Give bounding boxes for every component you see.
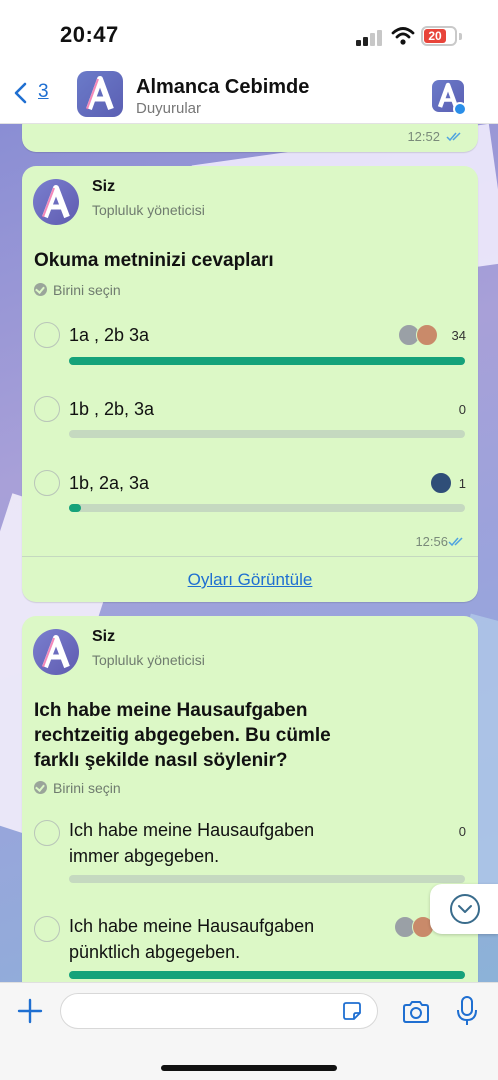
- plus-icon[interactable]: [16, 997, 44, 1025]
- double-tick-icon: [446, 132, 461, 142]
- poll-message[interactable]: Siz Topluluk yöneticisi Ich habe meine H…: [22, 616, 478, 982]
- sender-role: Topluluk yöneticisi: [92, 202, 205, 218]
- chat-title[interactable]: Almanca Cebimde: [136, 76, 309, 99]
- poll-question: Ich habe meine Hausaufgaben rechtzeitig …: [34, 698, 331, 773]
- poll-option-label: Ich habe meine Hausaufgaben pünktlich ab…: [69, 913, 314, 965]
- poll-option-label-line: pünktlich abgegeben.: [69, 942, 241, 962]
- chat-area[interactable]: 12:52 Siz Topluluk yöneticisi Okuma metn…: [0, 124, 498, 982]
- poll-hint: Birini seçin: [34, 780, 121, 796]
- voter-avatar: [416, 324, 438, 346]
- poll-hint: Birini seçin: [34, 282, 121, 298]
- poll-option-count: 0: [458, 824, 466, 839]
- poll-option-count: 1: [458, 476, 466, 491]
- poll-option-radio[interactable]: [34, 396, 60, 422]
- sender-avatar[interactable]: [33, 179, 79, 225]
- voter-avatars[interactable]: [398, 324, 442, 346]
- poll-option-label-line: Ich habe meine Hausaufgaben: [69, 916, 315, 936]
- unread-count: 3: [38, 81, 49, 102]
- poll-option-bar-fill: [69, 504, 81, 512]
- poll-option[interactable]: 1b , 2b, 3a 0: [22, 392, 478, 462]
- battery-icon: 20: [421, 26, 457, 46]
- view-votes-link[interactable]: Oyları Görüntüle: [22, 570, 478, 590]
- voter-avatars[interactable]: [430, 472, 454, 494]
- back-chevron-icon: [14, 82, 27, 104]
- double-tick-icon: [448, 537, 463, 547]
- message-time: 12:56: [415, 534, 448, 549]
- poll-option-radio[interactable]: [34, 916, 60, 942]
- microphone-icon[interactable]: [456, 995, 478, 1027]
- poll-option-count: 0: [458, 402, 466, 417]
- verified-icon: [453, 102, 467, 116]
- battery-level: 20: [424, 29, 446, 43]
- poll-option[interactable]: 1a , 2b 3a 34: [22, 318, 478, 388]
- battery-cap: [459, 33, 462, 40]
- message-input[interactable]: [60, 993, 378, 1029]
- poll-option-radio[interactable]: [34, 322, 60, 348]
- app-logo-icon: [42, 185, 70, 219]
- home-indicator: [161, 1065, 337, 1071]
- poll-hint-text: Birini seçin: [53, 282, 121, 298]
- poll-option[interactable]: 1b, 2a, 3a 1: [22, 466, 478, 536]
- poll-option-bar: [69, 504, 465, 512]
- scroll-to-bottom-button[interactable]: [430, 884, 498, 934]
- sender-name: Siz: [92, 178, 116, 195]
- poll-option-label-line: immer abgegeben.: [69, 846, 220, 866]
- poll-question-line: farklı şekilde nasıl söylenir?: [34, 750, 288, 771]
- poll-option-bar: [69, 971, 465, 979]
- wifi-icon: [391, 27, 415, 45]
- voter-avatar: [430, 472, 452, 494]
- check-icon: [34, 283, 47, 296]
- signal-icon: [356, 28, 384, 46]
- poll-message[interactable]: Siz Topluluk yöneticisi Okuma metninizi …: [22, 166, 478, 602]
- back-button[interactable]: 3: [8, 76, 58, 110]
- poll-option-label: 1b , 2b, 3a: [69, 399, 155, 419]
- message-composer: [0, 982, 498, 1080]
- check-icon: [34, 781, 47, 794]
- poll-option-label: Ich habe meine Hausaufgaben immer abgege…: [69, 817, 314, 869]
- status-bar: 20:47 20: [0, 0, 498, 62]
- group-avatar[interactable]: [77, 71, 123, 117]
- app-logo-icon: [86, 76, 114, 111]
- chat-subtitle: Duyurular: [136, 100, 202, 117]
- message-time: 12:52: [407, 129, 440, 144]
- poll-option-radio[interactable]: [34, 470, 60, 496]
- poll-option-label: 1b, 2a, 3a: [69, 473, 150, 493]
- poll-hint-text: Birini seçin: [53, 780, 121, 796]
- poll-option-count: 34: [451, 328, 466, 343]
- poll-option-label-line: Ich habe meine Hausaufgaben: [69, 820, 315, 840]
- previous-message[interactable]: 12:52: [22, 124, 478, 152]
- poll-option-bar: [69, 875, 465, 883]
- poll-option-bar-fill: [69, 357, 465, 365]
- poll-option-bar: [69, 357, 465, 365]
- camera-icon[interactable]: [401, 999, 431, 1025]
- sender-avatar[interactable]: [33, 629, 79, 675]
- poll-question-line: rechtzeitig abgegeben. Bu cümle: [34, 725, 331, 746]
- poll-question: Okuma metninizi cevapları: [34, 250, 274, 271]
- chat-header: 3 Almanca Cebimde Duyurular: [0, 62, 498, 124]
- chevron-down-icon: [450, 894, 480, 924]
- status-time: 20:47: [60, 22, 119, 47]
- poll-option-label: 1a , 2b 3a: [69, 325, 150, 345]
- poll-option-bar-fill: [69, 971, 465, 979]
- sender-name: Siz: [92, 628, 116, 645]
- poll-option[interactable]: Ich habe meine Hausaufgaben pünktlich ab…: [22, 912, 478, 982]
- sticker-icon[interactable]: [341, 1000, 363, 1022]
- app-logo-icon: [42, 635, 70, 669]
- poll-option[interactable]: Ich habe meine Hausaufgaben immer abgege…: [22, 816, 478, 908]
- poll-option-bar: [69, 430, 465, 438]
- poll-option-radio[interactable]: [34, 820, 60, 846]
- sender-role: Topluluk yöneticisi: [92, 652, 205, 668]
- divider: [22, 556, 478, 557]
- poll-question-line: Ich habe meine Hausaufgaben: [34, 700, 308, 721]
